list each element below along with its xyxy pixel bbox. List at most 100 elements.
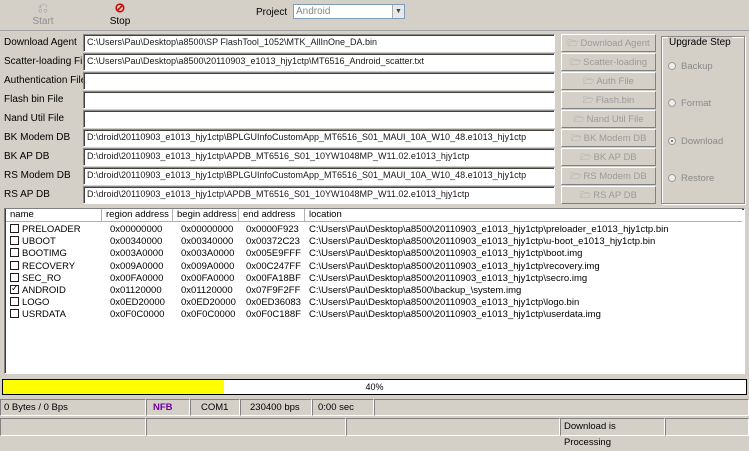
radio-indicator[interactable] — [668, 99, 676, 107]
end-address-cell: 0x00FA18BF — [246, 272, 301, 284]
location-cell: C:\Users\Pau\Desktop\a8500\20110903_e101… — [309, 236, 656, 248]
radio-backup[interactable]: Backup — [668, 61, 713, 73]
rs-modem-db-button[interactable]: 🗁 RS Modem DB — [561, 167, 656, 185]
rs-ap-db-button[interactable]: 🗁 RS AP DB — [561, 186, 656, 204]
column-header-location[interactable]: location — [305, 209, 742, 222]
partition-checkbox[interactable] — [10, 283, 19, 294]
folder-icon: 🗁 — [580, 152, 592, 162]
stop-button[interactable]: ⊘ Stop — [80, 0, 160, 30]
column-header-end-address[interactable]: end address — [239, 209, 305, 222]
region-address-cell: 0x009A0000 — [110, 260, 164, 272]
region-address-cell: 0x00000000 — [110, 224, 163, 235]
begin-address-cell: 0x00FA0000 — [181, 272, 235, 284]
download-agent-path-field[interactable]: C:\Users\Pau\Desktop\a8500\SP FlashTool_… — [83, 34, 555, 52]
field-label-scatter-loading-file: Scatter-loading File — [4, 56, 91, 67]
table-header: name region address begin address end ad… — [6, 209, 744, 222]
radio-indicator[interactable] — [668, 137, 676, 145]
partition-name: USRDATA — [22, 309, 66, 321]
upgrade-step-title: Upgrade Step — [668, 37, 732, 48]
button-label: Nand Util File — [586, 114, 644, 125]
divider — [0, 30, 749, 31]
radio-indicator[interactable] — [668, 62, 676, 70]
bk-modem-db-path-field[interactable]: D:\droid\20110903_e1013_hjy1ctp\BPLGUInf… — [83, 129, 555, 147]
partition-name-cell: LOGO — [10, 297, 49, 308]
nand-util-file-button[interactable]: 🗁 Nand Util File — [561, 110, 656, 128]
table-row[interactable]: UBOOT 0x00340000 0x00340000 0x00372C23 C:\Us… — [6, 236, 742, 247]
partition-name: LOGO — [22, 297, 50, 309]
partition-name-cell: USRDATA — [10, 309, 66, 320]
rs-modem-db-path-field[interactable]: D:\droid\20110903_e1013_hjy1ctp\BPLGUInf… — [83, 167, 555, 185]
folder-icon: 🗁 — [569, 57, 582, 67]
radio-download[interactable]: Download — [668, 136, 723, 148]
partition-checkbox[interactable] — [10, 272, 19, 282]
end-address-cell: 0x00372C23 — [246, 236, 300, 248]
scatter-loading-button[interactable]: 🗁 Scatter-loading — [561, 53, 656, 71]
field-label-bk-ap-db: BK AP DB — [4, 151, 50, 162]
table-row[interactable]: PRELOADER 0x00000000 0x00000000 0x0000F923 C… — [6, 224, 742, 235]
table-row[interactable]: LOGO 0x0ED20000 0x0ED20000 0x0ED36083 C:\Use… — [6, 297, 742, 308]
rs-ap-db-path-field[interactable]: D:\droid\20110903_e1013_hjy1ctp\APDB_MT6… — [83, 186, 555, 204]
partition-checkbox[interactable] — [10, 297, 19, 307]
button-label: Auth File — [596, 76, 634, 87]
column-header-region-address[interactable]: region address — [102, 209, 173, 222]
status-cell — [146, 418, 346, 436]
end-address-cell: 0x00C247FF — [246, 260, 301, 272]
end-address-cell: 0x0F0C188F — [246, 309, 301, 321]
toolbar: ⎌ Start ⊘ Stop Project Android ▼ — [0, 0, 749, 30]
radio-label: Download — [681, 136, 724, 147]
button-label: BK Modem DB — [583, 133, 647, 144]
radio-format[interactable]: Format — [668, 98, 711, 110]
location-cell: C:\Users\Pau\Desktop\a8500\20110903_e101… — [309, 260, 600, 272]
partition-checkbox[interactable] — [10, 236, 19, 246]
nand-util-file-path-field[interactable] — [83, 110, 555, 128]
region-address-cell: 0x01120000 — [110, 285, 162, 296]
partition-name-cell: UBOOT — [10, 236, 56, 247]
partition-checkbox[interactable] — [10, 260, 19, 270]
region-address-cell: 0x0ED20000 — [110, 297, 165, 309]
status-bytes: 0 Bytes / 0 Bps — [0, 399, 146, 416]
project-label: Project — [256, 7, 288, 18]
chevron-down-icon[interactable]: ▼ — [392, 5, 404, 18]
scatter-loading-file-path-field[interactable]: C:\Users\Pau\Desktop\a8500\20110903_e101… — [83, 53, 555, 71]
end-address-cell: 0x0000F923 — [246, 224, 299, 235]
radio-label: Format — [681, 98, 712, 109]
table-row[interactable]: SEC_RO 0x00FA0000 0x00FA0000 0x00FA18BF C:\U… — [6, 272, 742, 284]
progress-label: 40% — [365, 382, 384, 392]
region-address-cell: 0x00FA0000 — [110, 272, 164, 284]
download-agent-button[interactable]: 🗁 Download Agent — [561, 34, 656, 52]
bk-ap-db-path-field[interactable]: D:\droid\20110903_e1013_hjy1ctp\APDB_MT6… — [83, 148, 555, 166]
partition-name: RECOVERY — [22, 260, 76, 272]
partition-checkbox[interactable] — [10, 248, 19, 258]
flash-bin-button[interactable]: 🗁 Flash.bin — [561, 91, 656, 109]
table-row[interactable]: ANDROID 0x01120000 0x01120000 0x07F9F2FF C:\… — [6, 283, 742, 296]
flash-bin-file-path-field[interactable] — [83, 91, 555, 109]
folder-icon: 🗁 — [567, 38, 579, 48]
table-row[interactable]: USRDATA 0x0F0C0000 0x0F0C0000 0x0F0C188F C:\… — [6, 309, 742, 320]
radio-indicator[interactable] — [668, 174, 676, 182]
stop-icon: ⊘ — [114, 0, 126, 15]
authentication-file-path-field[interactable] — [83, 72, 555, 90]
button-label: Flash.bin — [595, 95, 635, 106]
status-cell — [665, 418, 749, 436]
status-nfb: NFB — [146, 399, 190, 416]
bk-ap-db-button[interactable]: 🗁 BK AP DB — [561, 148, 656, 166]
folder-icon: 🗁 — [573, 114, 585, 124]
column-header-name[interactable]: name — [6, 209, 102, 222]
partition-checkbox[interactable] — [10, 309, 19, 319]
status-cell — [0, 418, 146, 436]
button-label: RS AP DB — [593, 190, 637, 201]
location-cell: C:\Users\Pau\Desktop\a8500\20110903_e101… — [309, 309, 601, 321]
partition-checkbox[interactable] — [10, 224, 19, 233]
field-label-rs-modem-db: RS Modem DB — [4, 170, 71, 181]
start-button[interactable]: ⎌ Start — [3, 0, 83, 30]
bk-modem-db-button[interactable]: 🗁 BK Modem DB — [561, 129, 656, 147]
field-label-download-agent: Download Agent — [4, 37, 77, 48]
project-select[interactable]: Android ▼ — [293, 4, 405, 19]
column-header-begin-address[interactable]: begin address — [173, 209, 239, 222]
radio-restore[interactable]: Restore — [668, 173, 714, 185]
table-row[interactable]: BOOTIMG 0x003A0000 0x003A0000 0x005E9FFF C:\… — [6, 248, 742, 259]
begin-address-cell: 0x00340000 — [181, 236, 234, 248]
auth-file-button[interactable]: 🗁 Auth File — [561, 72, 656, 90]
field-label-authentication-file: Authentication File — [4, 75, 87, 86]
table-row[interactable]: RECOVERY 0x009A0000 0x009A0000 0x00C247FF C:… — [6, 260, 742, 272]
